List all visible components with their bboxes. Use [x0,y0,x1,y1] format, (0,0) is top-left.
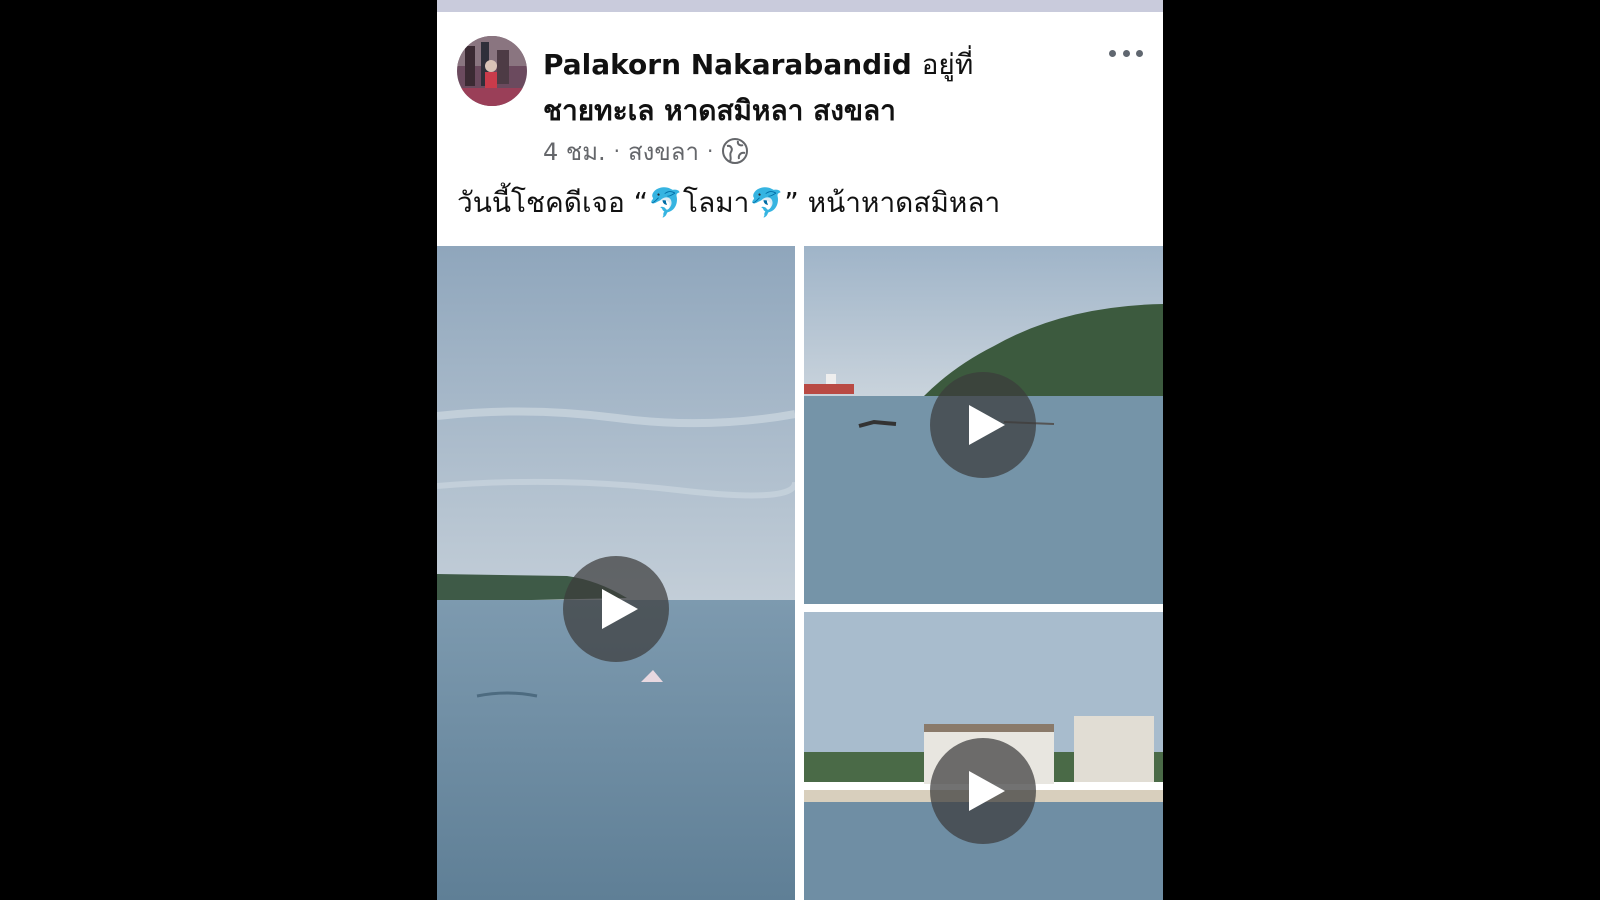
video-tile-hotel[interactable] [804,612,1163,900]
play-button[interactable] [930,372,1036,478]
video-tile-island[interactable] [804,246,1163,604]
more-dot [1109,49,1116,57]
post-header-text: Palakorn Nakarabandid อยู่ที่ ชายทะเล หา… [543,42,1083,134]
avatar-image [457,36,527,106]
post-place[interactable]: สงขลา [628,132,699,171]
author-avatar[interactable] [457,36,527,106]
more-options-icon[interactable] [1109,42,1143,64]
more-dot [1136,49,1143,57]
video-tile-dolphin[interactable] [437,246,795,900]
media-grid [437,246,1163,900]
play-icon [969,771,1005,811]
play-button[interactable] [563,556,669,662]
more-dot [1122,49,1130,57]
play-button[interactable] [930,738,1036,844]
post-caption: วันนี้โชคดีเจอ “🐬โลมา🐬” หน้าหาดสมิหลา [457,186,1001,219]
checkin-at-label: อยู่ที่ [921,48,974,81]
meta-separator: · [613,139,620,163]
checkin-location[interactable]: ชายทะเล หาดสมิหลา สงขลา [543,94,896,127]
post-meta: 4 ชม. · สงขลา · [543,133,749,169]
meta-separator: · [706,139,714,163]
author-name[interactable]: Palakorn Nakarabandid [543,48,912,81]
facebook-post: Palakorn Nakarabandid อยู่ที่ ชายทะเล หา… [437,0,1163,900]
play-icon [969,405,1005,445]
post-top-divider [437,0,1163,12]
play-icon [602,589,638,629]
globe-icon[interactable] [721,137,749,165]
post-time[interactable]: 4 ชม. [543,132,606,171]
